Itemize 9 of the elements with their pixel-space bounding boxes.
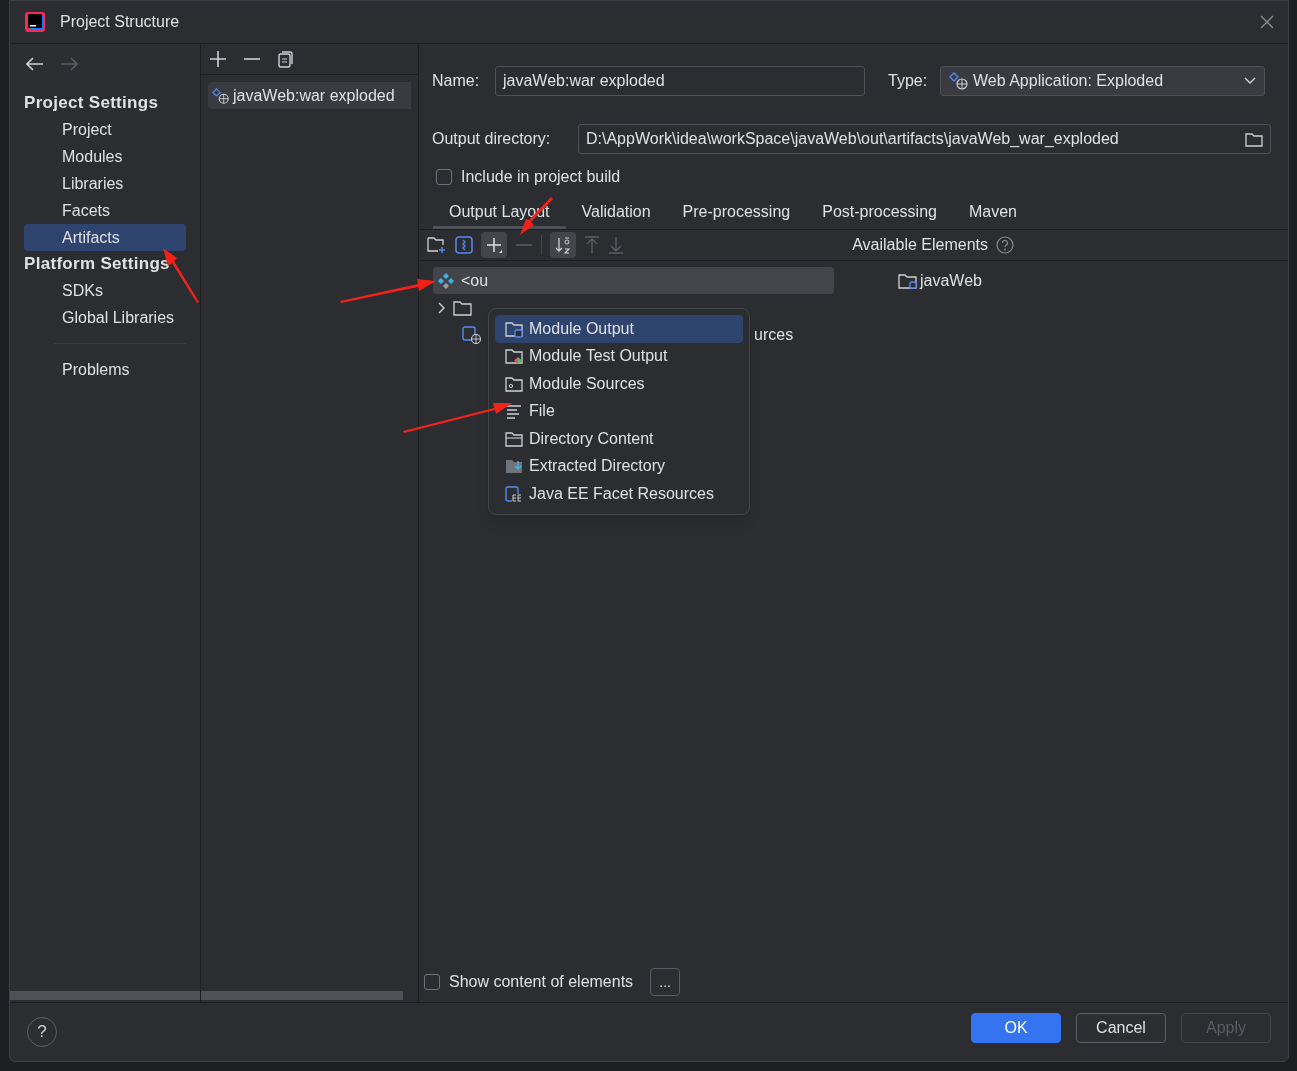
- name-label: Name:: [432, 71, 481, 91]
- type-label: Type:: [888, 71, 929, 91]
- checkbox-label: Show content of elements: [449, 972, 634, 992]
- window-title: Project Structure: [60, 12, 180, 32]
- available-elements-label: Available Elements: [852, 235, 988, 255]
- output-directory-label: Output directory:: [432, 129, 552, 149]
- checkbox-label: Include in project build: [461, 167, 621, 187]
- section-heading: Platform Settings: [24, 253, 171, 276]
- section-heading: Project Settings: [24, 92, 160, 115]
